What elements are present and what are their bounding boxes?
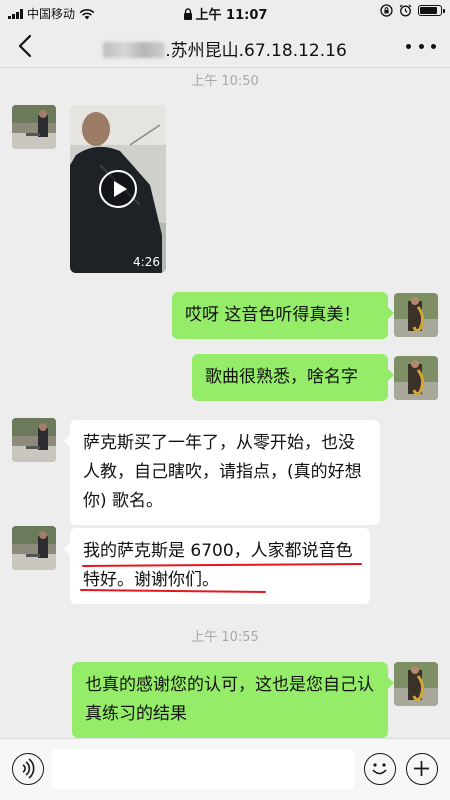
back-button[interactable]: [10, 30, 42, 62]
voice-button[interactable]: [12, 753, 44, 785]
message-text: 哎呀 这音色听得真美！: [185, 305, 361, 325]
chat-title-text: .苏州昆山.67.18.12.16: [165, 41, 347, 61]
message-bubble-sent[interactable]: 哎呀 这音色听得真美！: [172, 292, 394, 339]
status-time: 上午 11:07: [195, 8, 268, 23]
message-bubble-received[interactable]: 萨克斯买了一年了，从零开始，也没人教，自己瞎吹，请指点，(真的好想你) 歌名。: [64, 420, 380, 525]
lock-icon: [183, 8, 192, 20]
message-bubble-sent[interactable]: 歌曲很熟悉，啥名字: [192, 354, 394, 401]
message-input[interactable]: [52, 749, 354, 789]
voice-icon: [22, 758, 35, 779]
timestamp: 上午 10:50: [191, 74, 259, 89]
input-bar: [0, 738, 450, 800]
message-text: 也真的感谢您的认可，这也是您自己认真练习的结果: [85, 675, 374, 724]
more-dots-icon: [406, 43, 411, 49]
rotation-lock-icon: [380, 4, 393, 17]
chevron-left-icon: [18, 34, 32, 58]
my-avatar[interactable]: [394, 293, 438, 337]
my-avatar[interactable]: [394, 356, 438, 400]
video-message[interactable]: 4:26: [70, 105, 166, 273]
more-button[interactable]: [406, 36, 436, 56]
message-bubble-sent[interactable]: 也真的感谢您的认可，这也是您自己认真练习的结果: [72, 662, 394, 738]
emoji-button[interactable]: [364, 753, 396, 785]
contact-avatar[interactable]: [12, 526, 56, 570]
my-avatar[interactable]: [394, 662, 438, 706]
battery-icon: [418, 5, 445, 16]
chat-area[interactable]: 上午 10:50 4:26 哎呀 这音色听得真美！ 歌曲很熟悉，啥名字 萨克斯买…: [0, 68, 450, 738]
status-bar: 中国移动 上午 11:07: [0, 0, 450, 24]
play-icon: [99, 170, 137, 208]
plus-button[interactable]: [406, 753, 438, 785]
emoji-icon: [372, 763, 387, 775]
contact-avatar[interactable]: [12, 105, 56, 149]
contact-avatar[interactable]: [12, 418, 56, 462]
message-text: 萨克斯买了一年了，从零开始，也没人教，自己瞎吹，请指点，(真的好想你) 歌名。: [83, 433, 362, 511]
plus-icon: [414, 761, 429, 776]
message-text: 歌曲很熟悉，啥名字: [205, 367, 358, 387]
chat-header: .苏州昆山.67.18.12.16: [0, 24, 450, 68]
status-right: [380, 4, 445, 17]
timestamp: 上午 10:55: [191, 630, 259, 645]
redacted-name: [103, 42, 166, 58]
chat-title: .苏州昆山.67.18.12.16: [60, 36, 390, 61]
video-duration: 4:26: [133, 255, 160, 269]
alarm-icon: [399, 4, 412, 17]
